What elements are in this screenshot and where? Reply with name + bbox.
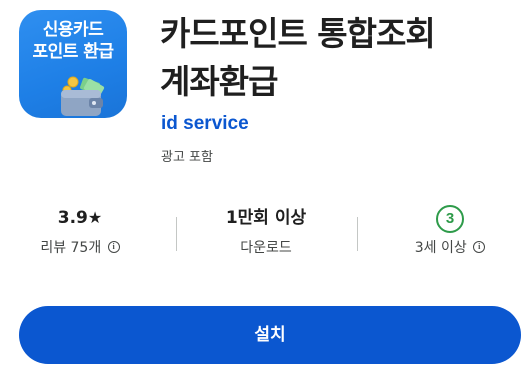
app-title-line1: 카드포인트 통합조회 (160, 14, 436, 53)
info-icon[interactable]: i (473, 241, 486, 253)
reviews-count: 리뷰 75개 (40, 240, 102, 256)
age-label-row: 3세 이상 i (380, 237, 520, 259)
info-icon[interactable]: i (107, 241, 120, 253)
app-details-page: 신용카드 포인트 환급 카드포인트 통합조회 계좌환급 id service 광… (0, 0, 530, 384)
content-rating-stat[interactable]: 3 3세 이상 i (380, 205, 520, 259)
app-title-line2: 계좌환급 (160, 62, 278, 101)
star-icon: ★ (87, 208, 103, 227)
age-badge-row: 3 (380, 205, 520, 233)
install-button[interactable]: 설치 (19, 306, 521, 364)
icon-text-line2: 포인트 환급 (32, 42, 114, 62)
stats-divider (176, 217, 177, 251)
age-label: 3세 이상 (414, 240, 467, 256)
app-title: 카드포인트 통합조회 계좌환급 (160, 10, 520, 106)
rating-stat[interactable]: 3.9★ 리뷰 75개 i (20, 205, 140, 259)
rating-value-row: 3.9★ (20, 205, 140, 231)
app-icon[interactable]: 신용카드 포인트 환급 (19, 10, 127, 118)
downloads-stat: 1만회 이상 다운로드 (196, 205, 336, 259)
ad-label: 광고 포함 (161, 150, 213, 165)
icon-text-line1: 신용카드 (42, 20, 104, 40)
rating-value: 3.9 (57, 208, 88, 228)
downloads-value: 1만회 이상 (225, 208, 307, 228)
wallet-icon (61, 76, 105, 116)
stats-divider (357, 217, 358, 251)
downloads-label: 다운로드 (240, 240, 292, 256)
stats-row: 3.9★ 리뷰 75개 i 1만회 이상 다운로드 3 3세 이상 i (0, 205, 530, 265)
rating-label-row: 리뷰 75개 i (20, 237, 140, 259)
developer-link[interactable]: id service (161, 113, 249, 135)
age-rating-badge: 3 (436, 205, 464, 233)
